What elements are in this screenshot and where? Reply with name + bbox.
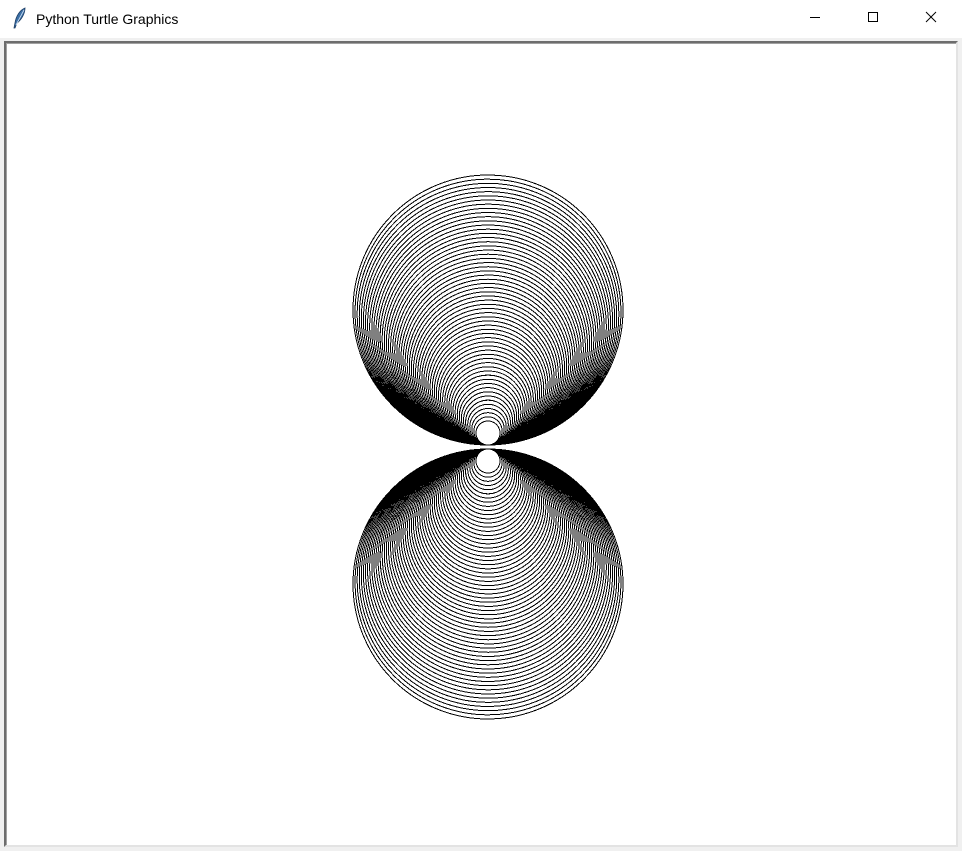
turtle-circle (456, 382, 520, 446)
turtle-circle (465, 399, 511, 446)
turtle-circle (475, 420, 501, 446)
turtle-circle (469, 407, 507, 446)
lower-circle-stack (352, 448, 624, 720)
upper-circle-stack (352, 174, 624, 446)
turtle-canvas-frame (4, 41, 958, 847)
feather-icon (12, 7, 28, 29)
turtle-circle (467, 448, 509, 491)
close-button[interactable] (902, 0, 960, 38)
turtle-drawing (352, 174, 624, 720)
title-bar[interactable]: Python Turtle Graphics (0, 0, 962, 38)
turtle-circle (440, 349, 536, 446)
maximize-button[interactable] (844, 0, 902, 38)
minimize-icon (809, 10, 821, 28)
turtle-circle (469, 448, 507, 487)
turtle-circle (440, 448, 536, 545)
close-icon (925, 10, 937, 28)
turtle-circle (475, 448, 501, 474)
turtle-circle (467, 403, 509, 446)
turtle-window: Python Turtle Graphics (0, 0, 962, 851)
turtle-canvas[interactable] (6, 43, 956, 845)
turtle-circle (442, 448, 534, 541)
window-title: Python Turtle Graphics (36, 11, 179, 27)
minimize-button[interactable] (786, 0, 844, 38)
turtle-circle (456, 448, 520, 512)
turtle-circle (448, 448, 528, 528)
turtle-circle (448, 366, 528, 446)
circle-pattern (352, 174, 624, 720)
turtle-circle (442, 353, 534, 446)
turtle-circle (452, 374, 524, 446)
maximize-icon (867, 10, 879, 28)
turtle-circle (452, 448, 524, 520)
turtle-circle (450, 370, 526, 446)
turtle-circle (450, 448, 526, 524)
turtle-circle (465, 448, 511, 495)
